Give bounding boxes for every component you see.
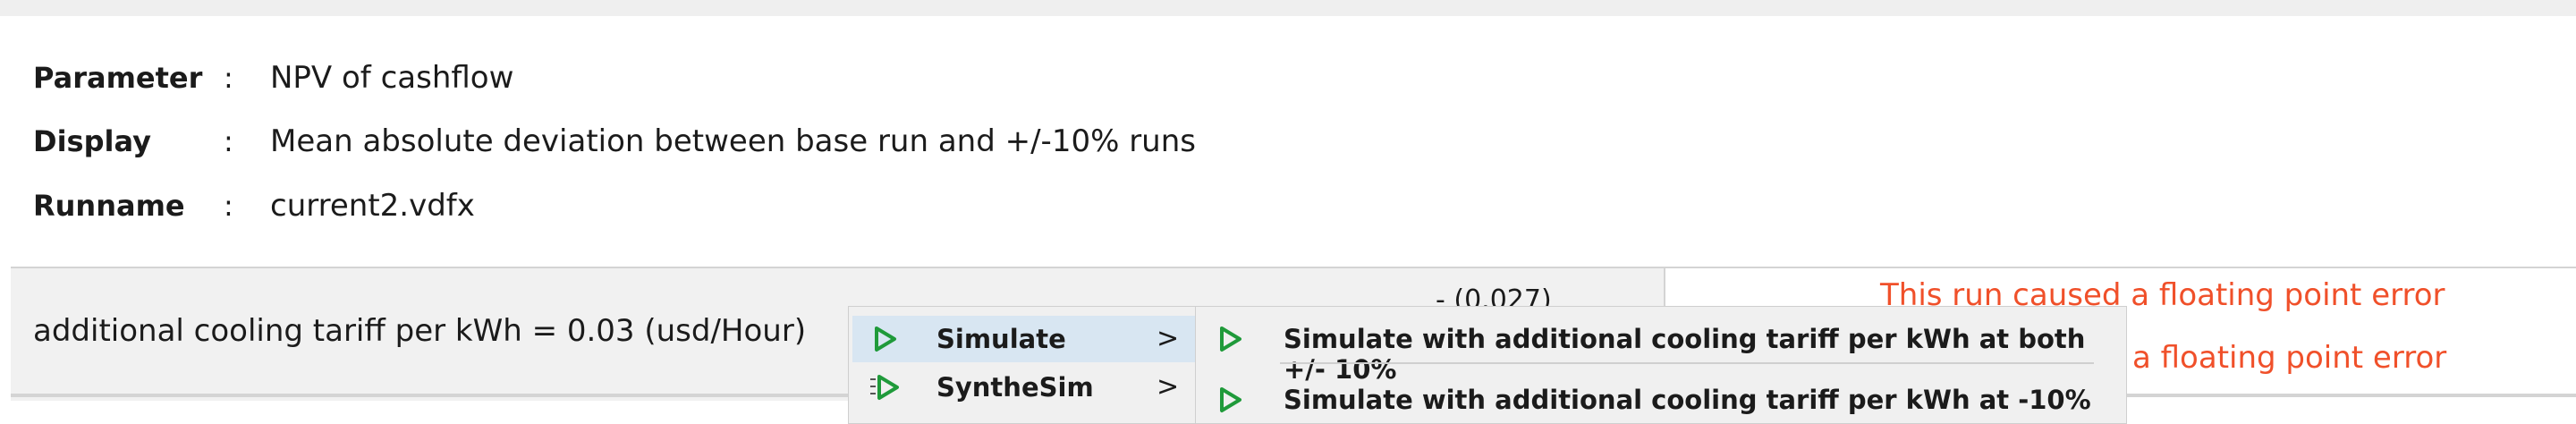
top-toolbar-strip: [0, 0, 2576, 16]
submenu-item-minus10[interactable]: Simulate with additional cooling tariff …: [1199, 377, 2121, 423]
submenu-separator: [1280, 362, 2094, 364]
chevron-right-icon: >: [1157, 371, 1180, 403]
parameter-label: Parameter: [33, 61, 203, 95]
display-colon: :: [224, 124, 233, 158]
play-icon: [1220, 326, 1241, 352]
simulate-submenu: Simulate with additional cooling tariff …: [1195, 306, 2127, 424]
display-value: Mean absolute deviation between base run…: [270, 123, 1196, 159]
play-icon: [875, 326, 896, 352]
error-message-2: a floating point error: [2132, 340, 2447, 376]
parameter-value: NPV of cashflow: [270, 60, 514, 96]
submenu-item-both-label: Simulate with additional cooling tariff …: [1284, 324, 2086, 385]
play-icon: [1220, 387, 1241, 412]
runname-colon: :: [224, 189, 233, 223]
menu-item-simulate-label: Simulate: [936, 324, 1066, 354]
submenu-item-minus10-label: Simulate with additional cooling tariff …: [1284, 385, 2091, 415]
submenu-item-both[interactable]: Simulate with additional cooling tariff …: [1199, 316, 2121, 385]
synthesim-icon: [870, 375, 899, 400]
context-menu: Simulate > SyntheSim >: [848, 306, 1200, 424]
menu-item-synthesim-label: SyntheSim: [936, 372, 1094, 403]
menu-item-simulate[interactable]: Simulate >: [852, 316, 1196, 362]
runname-label: Runname: [33, 189, 185, 223]
row-variable-label: additional cooling tariff per kWh = 0.03…: [33, 313, 807, 349]
menu-item-synthesim[interactable]: SyntheSim >: [852, 364, 1196, 411]
parameter-colon: :: [224, 61, 233, 95]
chevron-right-icon: >: [1157, 323, 1180, 354]
display-label: Display: [33, 124, 151, 158]
runname-value: current2.vdfx: [270, 188, 475, 224]
